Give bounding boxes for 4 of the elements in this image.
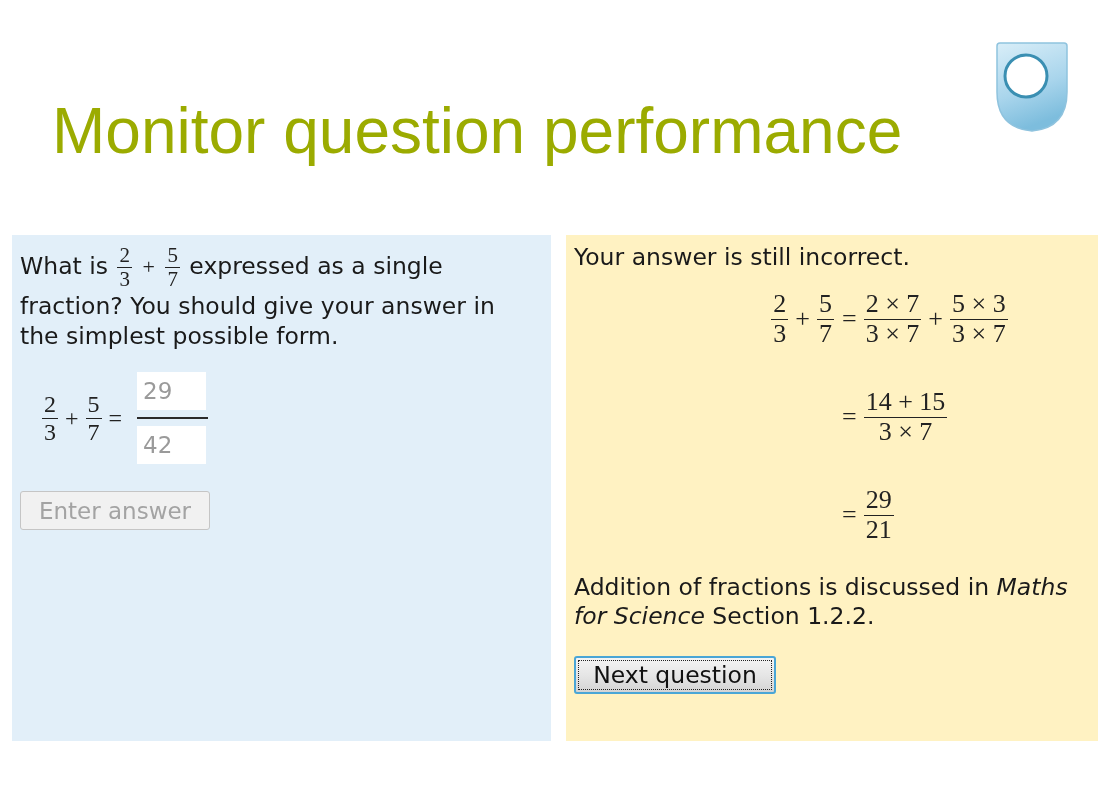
shield-logo-icon (996, 42, 1068, 132)
reference-text: Addition of fractions is discussed in Maths for Science Section 1.2.2. (574, 572, 1069, 631)
next-question-button[interactable]: Next question (574, 655, 776, 694)
feedback-message: Your answer is still incorrect. (574, 243, 911, 271)
